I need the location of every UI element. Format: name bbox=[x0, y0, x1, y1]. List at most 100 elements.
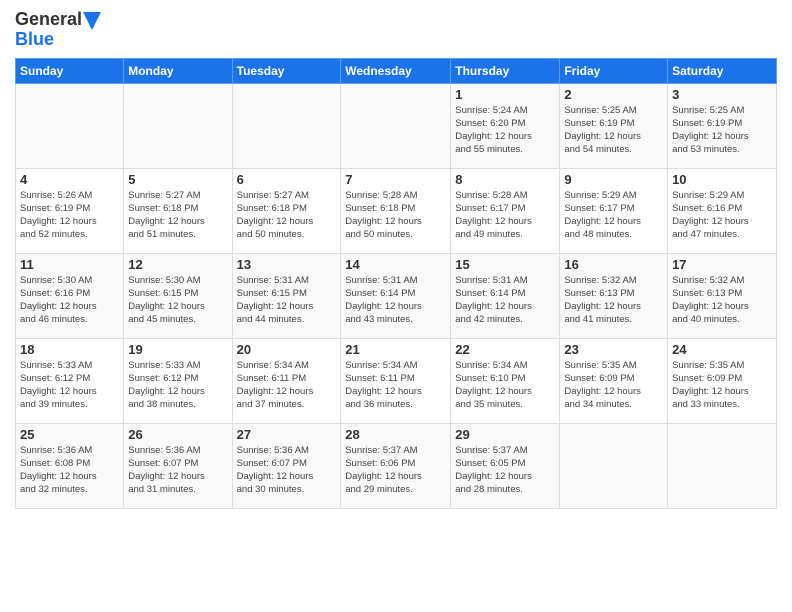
week-row-5: 25Sunrise: 5:36 AMSunset: 6:08 PMDayligh… bbox=[16, 423, 777, 508]
day-number: 6 bbox=[237, 172, 337, 187]
week-row-2: 4 Sunrise: 5:26 AMSunset: 6:19 PMDaylight… bbox=[16, 168, 777, 253]
day-number: 11 bbox=[20, 257, 119, 272]
logo-triangle-icon bbox=[83, 12, 101, 30]
day-cell: 24 Sunrise: 5:35 AMSunset: 6:09 PMDayligh… bbox=[668, 338, 777, 423]
day-info: Sunrise: 5:35 AMSunset: 6:09 PMDaylight:… bbox=[672, 360, 749, 411]
day-number: 20 bbox=[237, 342, 337, 357]
day-info: Sunrise: 5:27 AMSunset: 6:18 PMDaylight:… bbox=[128, 190, 205, 241]
day-cell bbox=[668, 423, 777, 508]
calendar-table: SundayMondayTuesdayWednesdayThursdayFrid… bbox=[15, 58, 777, 509]
day-info: Sunrise: 5:31 AMSunset: 6:14 PMDaylight:… bbox=[455, 275, 532, 326]
day-info: Sunrise: 5:36 AMSunset: 6:08 PMDaylight:… bbox=[20, 445, 97, 496]
day-number: 27 bbox=[237, 427, 337, 442]
day-cell: 15 Sunrise: 5:31 AMSunset: 6:14 PMDayligh… bbox=[451, 253, 560, 338]
logo: General Blue bbox=[15, 10, 102, 50]
day-cell: 26Sunrise: 5:36 AMSunset: 6:07 PMDayligh… bbox=[124, 423, 232, 508]
day-cell: 3 Sunrise: 5:25 AMSunset: 6:19 PMDaylight… bbox=[668, 83, 777, 168]
page-container: General Blue SundayMondayTuesdayWednesda… bbox=[0, 0, 792, 519]
day-number: 16 bbox=[564, 257, 663, 272]
day-info: Sunrise: 5:33 AMSunset: 6:12 PMDaylight:… bbox=[20, 360, 97, 411]
day-cell: 6 Sunrise: 5:27 AMSunset: 6:18 PMDaylight… bbox=[232, 168, 341, 253]
day-info: Sunrise: 5:32 AMSunset: 6:13 PMDaylight:… bbox=[564, 275, 641, 326]
day-number: 7 bbox=[345, 172, 446, 187]
day-number: 5 bbox=[128, 172, 227, 187]
day-cell: 13Sunrise: 5:31 AMSunset: 6:15 PMDayligh… bbox=[232, 253, 341, 338]
day-number: 3 bbox=[672, 87, 772, 102]
day-number: 18 bbox=[20, 342, 119, 357]
day-number: 23 bbox=[564, 342, 663, 357]
day-cell: 12 Sunrise: 5:30 AMSunset: 6:15 PMDayligh… bbox=[124, 253, 232, 338]
day-info: Sunrise: 5:34 AMSunset: 6:10 PMDaylight:… bbox=[455, 360, 532, 411]
day-number: 4 bbox=[20, 172, 119, 187]
day-info: Sunrise: 5:26 AMSunset: 6:19 PMDaylight:… bbox=[20, 190, 97, 241]
day-info: Sunrise: 5:36 AMSunset: 6:07 PMDaylight:… bbox=[237, 445, 314, 496]
day-cell: 9Sunrise: 5:29 AMSunset: 6:17 PMDaylight… bbox=[560, 168, 668, 253]
weekday-header-saturday: Saturday bbox=[668, 58, 777, 83]
day-number: 2 bbox=[564, 87, 663, 102]
weekday-header-row: SundayMondayTuesdayWednesdayThursdayFrid… bbox=[16, 58, 777, 83]
day-cell: 21Sunrise: 5:34 AMSunset: 6:11 PMDayligh… bbox=[341, 338, 451, 423]
day-info: Sunrise: 5:28 AMSunset: 6:18 PMDaylight:… bbox=[345, 190, 422, 241]
day-number: 26 bbox=[128, 427, 227, 442]
day-number: 22 bbox=[455, 342, 555, 357]
day-info: Sunrise: 5:30 AMSunset: 6:16 PMDaylight:… bbox=[20, 275, 97, 326]
day-number: 15 bbox=[455, 257, 555, 272]
day-cell: 8 Sunrise: 5:28 AMSunset: 6:17 PMDaylight… bbox=[451, 168, 560, 253]
day-cell: 5 Sunrise: 5:27 AMSunset: 6:18 PMDaylight… bbox=[124, 168, 232, 253]
day-cell: 20 Sunrise: 5:34 AMSunset: 6:11 PMDayligh… bbox=[232, 338, 341, 423]
day-cell: 28 Sunrise: 5:37 AMSunset: 6:06 PMDayligh… bbox=[341, 423, 451, 508]
day-info: Sunrise: 5:28 AMSunset: 6:17 PMDaylight:… bbox=[455, 190, 532, 241]
day-number: 19 bbox=[128, 342, 227, 357]
logo-general: General bbox=[15, 9, 82, 29]
day-number: 14 bbox=[345, 257, 446, 272]
day-cell: 22 Sunrise: 5:34 AMSunset: 6:10 PMDayligh… bbox=[451, 338, 560, 423]
weekday-header-thursday: Thursday bbox=[451, 58, 560, 83]
day-cell: 18 Sunrise: 5:33 AMSunset: 6:12 PMDayligh… bbox=[16, 338, 124, 423]
day-info: Sunrise: 5:33 AMSunset: 6:12 PMDaylight:… bbox=[128, 360, 205, 411]
day-info: Sunrise: 5:37 AMSunset: 6:06 PMDaylight:… bbox=[345, 445, 422, 496]
day-number: 8 bbox=[455, 172, 555, 187]
header: General Blue bbox=[15, 10, 777, 50]
day-cell bbox=[560, 423, 668, 508]
day-info: Sunrise: 5:24 AMSunset: 6:20 PMDaylight:… bbox=[455, 105, 532, 156]
weekday-header-tuesday: Tuesday bbox=[232, 58, 341, 83]
day-number: 12 bbox=[128, 257, 227, 272]
day-number: 24 bbox=[672, 342, 772, 357]
day-cell: 2 Sunrise: 5:25 AMSunset: 6:19 PMDaylight… bbox=[560, 83, 668, 168]
day-cell bbox=[16, 83, 124, 168]
day-cell: 23 Sunrise: 5:35 AMSunset: 6:09 PMDayligh… bbox=[560, 338, 668, 423]
weekday-header-friday: Friday bbox=[560, 58, 668, 83]
logo-text: General Blue bbox=[15, 10, 102, 50]
logo-blue: Blue bbox=[15, 29, 54, 49]
day-number: 28 bbox=[345, 427, 446, 442]
day-cell: 25Sunrise: 5:36 AMSunset: 6:08 PMDayligh… bbox=[16, 423, 124, 508]
weekday-header-wednesday: Wednesday bbox=[341, 58, 451, 83]
day-cell: 19 Sunrise: 5:33 AMSunset: 6:12 PMDayligh… bbox=[124, 338, 232, 423]
day-info: Sunrise: 5:27 AMSunset: 6:18 PMDaylight:… bbox=[237, 190, 314, 241]
day-info: Sunrise: 5:30 AMSunset: 6:15 PMDaylight:… bbox=[128, 275, 205, 326]
day-info: Sunrise: 5:34 AMSunset: 6:11 PMDaylight:… bbox=[237, 360, 314, 411]
day-cell: 1 Sunrise: 5:24 AMSunset: 6:20 PMDaylight… bbox=[451, 83, 560, 168]
day-cell: 7 Sunrise: 5:28 AMSunset: 6:18 PMDaylight… bbox=[341, 168, 451, 253]
day-number: 10 bbox=[672, 172, 772, 187]
day-number: 1 bbox=[455, 87, 555, 102]
day-cell bbox=[341, 83, 451, 168]
day-cell bbox=[232, 83, 341, 168]
week-row-1: 1 Sunrise: 5:24 AMSunset: 6:20 PMDaylight… bbox=[16, 83, 777, 168]
day-cell: 4 Sunrise: 5:26 AMSunset: 6:19 PMDaylight… bbox=[16, 168, 124, 253]
day-info: Sunrise: 5:32 AMSunset: 6:13 PMDaylight:… bbox=[672, 275, 749, 326]
day-info: Sunrise: 5:35 AMSunset: 6:09 PMDaylight:… bbox=[564, 360, 641, 411]
day-info: Sunrise: 5:34 AMSunset: 6:11 PMDaylight:… bbox=[345, 360, 422, 411]
day-cell: 10 Sunrise: 5:29 AMSunset: 6:16 PMDayligh… bbox=[668, 168, 777, 253]
day-info: Sunrise: 5:31 AMSunset: 6:14 PMDaylight:… bbox=[345, 275, 422, 326]
week-row-4: 18 Sunrise: 5:33 AMSunset: 6:12 PMDayligh… bbox=[16, 338, 777, 423]
day-number: 29 bbox=[455, 427, 555, 442]
day-cell bbox=[124, 83, 232, 168]
week-row-3: 11 Sunrise: 5:30 AMSunset: 6:16 PMDayligh… bbox=[16, 253, 777, 338]
weekday-header-sunday: Sunday bbox=[16, 58, 124, 83]
day-info: Sunrise: 5:29 AMSunset: 6:17 PMDaylight:… bbox=[564, 190, 641, 241]
day-info: Sunrise: 5:31 AMSunset: 6:15 PMDaylight:… bbox=[237, 275, 314, 326]
day-info: Sunrise: 5:25 AMSunset: 6:19 PMDaylight:… bbox=[672, 105, 749, 156]
day-info: Sunrise: 5:29 AMSunset: 6:16 PMDaylight:… bbox=[672, 190, 749, 241]
day-info: Sunrise: 5:25 AMSunset: 6:19 PMDaylight:… bbox=[564, 105, 641, 156]
